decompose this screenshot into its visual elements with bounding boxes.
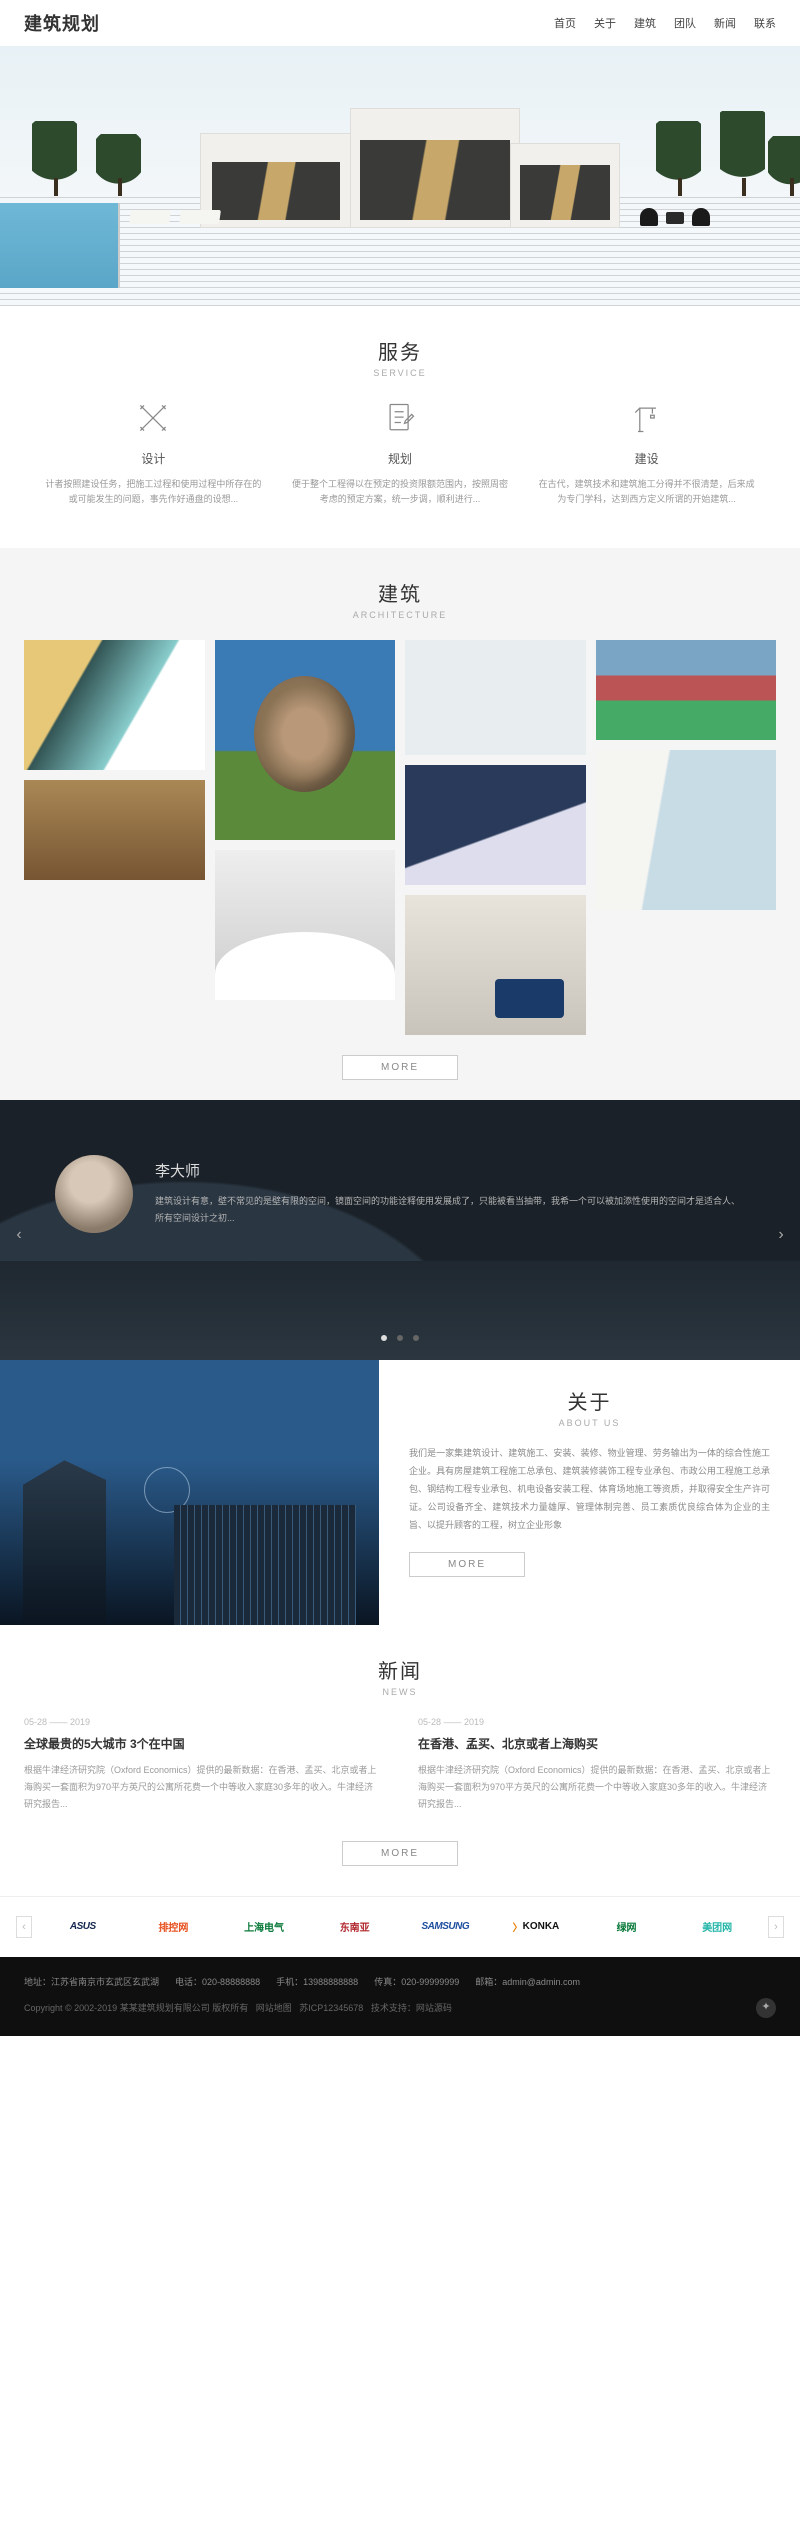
service-design[interactable]: 设计 计者按照建设任务，把施工过程和使用过程中所存在的或可能发生的问题，事先作好… bbox=[30, 398, 277, 508]
hero-banner bbox=[0, 46, 800, 306]
news-heading: 新闻 NEWS bbox=[24, 1625, 776, 1717]
gallery-item[interactable] bbox=[24, 640, 205, 770]
about-heading: 关于 ABOUT US bbox=[409, 1382, 770, 1444]
team-section: ‹ › 李大师 建筑设计有意，壁不常见的是壁有限的空间，镜面空间的功能诠释使用发… bbox=[0, 1100, 800, 1360]
gallery-item[interactable] bbox=[215, 640, 396, 840]
team-avatar bbox=[55, 1155, 133, 1233]
architecture-section: 建筑 ARCHITECTURE MORE bbox=[0, 548, 800, 1100]
gallery-item[interactable] bbox=[405, 895, 586, 1035]
partner-logo[interactable]: SAMSUNG bbox=[403, 1915, 489, 1939]
news-item[interactable]: 05-28 —— 2019 在香港、孟买、北京或者上海购买 根据牛津经济研究院（… bbox=[418, 1717, 776, 1813]
carousel-dots bbox=[0, 1328, 800, 1346]
about-section: 关于 ABOUT US 我们是一家集建筑设计、建筑施工、安装、装修、物业管理、劳… bbox=[0, 1360, 800, 1625]
nav-architecture[interactable]: 建筑 bbox=[634, 15, 656, 31]
partner-logo[interactable]: 东南亚 bbox=[312, 1915, 398, 1939]
service-construction[interactable]: 建设 在古代，建筑技术和建筑施工分得并不很清楚，后来成为专门学科，达到西方定义所… bbox=[523, 398, 770, 508]
news-excerpt: 根据牛津经济研究院（Oxford Economics）提供的最新数据：在香港、孟… bbox=[418, 1762, 776, 1813]
main-nav: 首页 关于 建筑 团队 新闻 联系 bbox=[554, 15, 776, 31]
logo[interactable]: 建筑规划 bbox=[24, 10, 100, 36]
carousel-dot[interactable] bbox=[397, 1335, 403, 1341]
gallery-item[interactable] bbox=[24, 780, 205, 880]
footer-fax: 传真：020-99999999 bbox=[374, 1975, 459, 1988]
team-member-name: 李大师 bbox=[155, 1160, 745, 1181]
gallery-item[interactable] bbox=[405, 765, 586, 885]
partner-logo[interactable]: 上海电气 bbox=[221, 1915, 307, 1939]
nav-about[interactable]: 关于 bbox=[594, 15, 616, 31]
ruler-pencil-icon bbox=[45, 398, 262, 438]
news-item[interactable]: 05-28 —— 2019 全球最贵的5大城市 3个在中国 根据牛津经济研究院（… bbox=[24, 1717, 382, 1813]
gallery-item[interactable] bbox=[405, 640, 586, 755]
about-description: 我们是一家集建筑设计、建筑施工、安装、装修、物业管理、劳务输出为一体的综合性施工… bbox=[409, 1444, 770, 1534]
team-member-desc: 建筑设计有意，壁不常见的是壁有限的空间，镜面空间的功能诠释使用发展成了，只能被看… bbox=[155, 1193, 745, 1227]
carousel-dot[interactable] bbox=[381, 1335, 387, 1341]
carousel-dot[interactable] bbox=[413, 1335, 419, 1341]
footer-mobile: 手机：13988888888 bbox=[276, 1975, 358, 1988]
document-edit-icon bbox=[292, 398, 509, 438]
gallery-item[interactable] bbox=[215, 850, 396, 1000]
nav-team[interactable]: 团队 bbox=[674, 15, 696, 31]
architecture-heading: 建筑 ARCHITECTURE bbox=[0, 548, 800, 640]
partners-next-button[interactable]: › bbox=[768, 1916, 784, 1938]
news-section: 新闻 NEWS 05-28 —— 2019 全球最贵的5大城市 3个在中国 根据… bbox=[0, 1625, 800, 1896]
about-image bbox=[0, 1360, 379, 1625]
site-header: 建筑规划 首页 关于 建筑 团队 新闻 联系 bbox=[0, 0, 800, 46]
footer-sitemap-link[interactable]: 网站地图 bbox=[256, 2003, 292, 2013]
partner-logo[interactable]: 美团网 bbox=[674, 1915, 760, 1939]
partner-logo[interactable]: ASUS bbox=[40, 1915, 126, 1939]
partner-logo[interactable]: 〉KONKA bbox=[493, 1915, 579, 1939]
footer-support-link[interactable]: 网站源码 bbox=[416, 2003, 452, 2013]
architecture-more-button[interactable]: MORE bbox=[342, 1055, 458, 1080]
services-heading: 服务 SERVICE bbox=[0, 306, 800, 398]
nav-news[interactable]: 新闻 bbox=[714, 15, 736, 31]
news-title: 在香港、孟买、北京或者上海购买 bbox=[418, 1735, 776, 1752]
footer-copyright: Copyright © 2002-2019 某某建筑规划有限公司 版权所有 bbox=[24, 2003, 248, 2013]
partner-logo[interactable]: 排控网 bbox=[131, 1915, 217, 1939]
footer-icp: 苏ICP12345678 bbox=[299, 2003, 363, 2013]
news-date: 05-28 —— 2019 bbox=[24, 1717, 382, 1727]
site-footer: 地址：江苏省南京市玄武区玄武湖 电话：020-88888888 手机：13988… bbox=[0, 1957, 800, 2036]
nav-contact[interactable]: 联系 bbox=[754, 15, 776, 31]
service-planning[interactable]: 规划 便于整个工程得以在预定的投资限额范围内，按照周密考虑的预定方案，统一步调，… bbox=[277, 398, 524, 508]
news-more-button[interactable]: MORE bbox=[342, 1841, 458, 1866]
architecture-gallery bbox=[0, 640, 800, 1035]
partners-section: ‹ ASUS 排控网 上海电气 东南亚 SAMSUNG 〉KONKA 绿网 美团… bbox=[0, 1896, 800, 1957]
news-title: 全球最贵的5大城市 3个在中国 bbox=[24, 1735, 382, 1752]
crane-icon bbox=[538, 398, 755, 438]
footer-address: 地址：江苏省南京市玄武区玄武湖 bbox=[24, 1975, 159, 1988]
partners-prev-button[interactable]: ‹ bbox=[16, 1916, 32, 1938]
gallery-item[interactable] bbox=[596, 750, 777, 910]
news-date: 05-28 —— 2019 bbox=[418, 1717, 776, 1727]
gallery-item[interactable] bbox=[596, 640, 777, 740]
news-excerpt: 根据牛津经济研究院（Oxford Economics）提供的最新数据：在香港、孟… bbox=[24, 1762, 382, 1813]
nav-home[interactable]: 首页 bbox=[554, 15, 576, 31]
wechat-icon[interactable]: ✦ bbox=[756, 1998, 776, 2018]
partner-logo[interactable]: 绿网 bbox=[584, 1915, 670, 1939]
about-more-button[interactable]: MORE bbox=[409, 1552, 525, 1577]
footer-email: 邮箱：admin@admin.com bbox=[475, 1975, 580, 1988]
services-section: 服务 SERVICE 设计 计者按照建设任务，把施工过程和使用过程中所存在的或可… bbox=[0, 306, 800, 548]
footer-tel: 电话：020-88888888 bbox=[175, 1975, 260, 1988]
